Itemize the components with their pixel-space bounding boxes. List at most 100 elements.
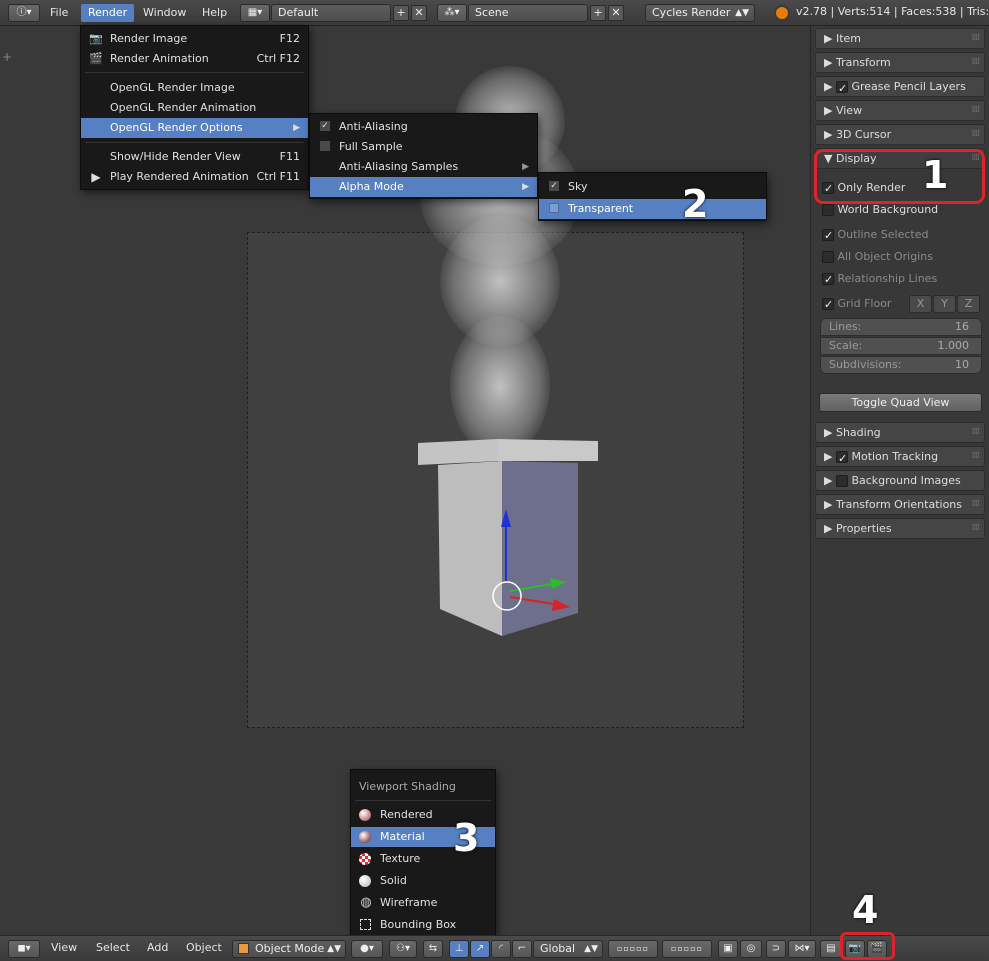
translate-manipulator-button[interactable]: ⊥ [449,940,469,958]
shading-item-bounding-box[interactable]: Bounding Box [351,915,495,935]
grid-axis-y-button[interactable]: Y [933,295,956,313]
menu-item-opengl-render-options[interactable]: OpenGL Render Options ▶ [81,118,308,138]
grip-icon[interactable]: ⁞⁞⁞⁞ [972,101,981,120]
menu-item-sky[interactable]: ✓ Sky [539,177,766,197]
grid-floor-option[interactable]: Grid Floor [822,295,891,314]
shading-item-solid[interactable]: Solid [351,871,495,891]
grip-icon[interactable]: ⁞⁞⁞⁞ [972,53,981,72]
grip-icon[interactable]: ⁞⁞⁞⁞ [972,447,981,466]
pivot-point-button[interactable]: ⚇▾ [389,940,417,958]
menu-item-alpha-mode[interactable]: Alpha Mode ▶ [310,177,537,197]
outline-selected-option[interactable]: Outline Selected [822,226,928,245]
snap-element-button[interactable]: ⋈▾ [788,940,816,958]
grip-icon[interactable]: ⁞⁞⁞⁞ [972,423,981,442]
menu-render[interactable]: Render [81,4,135,22]
outline-selected-checkbox[interactable] [822,227,834,245]
grid-axis-x-button[interactable]: X [909,295,932,313]
grip-icon[interactable]: ⁞⁞⁞⁞ [972,29,981,48]
grease-pencil-checkbox[interactable] [835,79,848,98]
layer-lock-button[interactable]: ▣ [718,940,738,958]
grid-subdivisions-field[interactable]: Subdivisions: 10 [820,356,982,374]
grip-icon[interactable]: ⁞⁞⁞⁞ [972,125,981,144]
menu-item-anti-aliasing-samples[interactable]: Anti-Aliasing Samples ▶ [310,157,537,177]
menu-select[interactable]: Select [96,941,130,954]
relationship-lines-checkbox[interactable] [822,271,834,289]
layout-grid-icon: ▦▾ [247,7,263,18]
grid-scale-field[interactable]: Scale: 1.000 [820,337,982,355]
transparent-checkbox[interactable] [549,203,559,213]
anti-aliasing-checkbox[interactable]: ✓ [320,121,330,131]
panel-transform[interactable]: ▶ Transform ⁞⁞⁞⁞ [815,52,985,73]
menu-window[interactable]: Window [136,4,193,22]
all-object-origins-checkbox[interactable] [822,251,834,263]
background-images-checkbox[interactable] [835,475,848,487]
scene-stats: v2.78 | Verts:514 | Faces:538 | Tris:1 [796,5,989,18]
menu-view[interactable]: View [51,941,77,954]
menu-item-show-hide-render-view[interactable]: Show/Hide Render View F11 [81,147,308,167]
grip-icon[interactable]: ⁞⁞⁞⁞ [972,519,981,538]
menu-object[interactable]: Object [186,941,222,954]
scene-selector[interactable]: ⁂▾ [437,4,467,22]
menu-help[interactable]: Help [195,4,234,22]
editor-type-3d-view-button[interactable]: ◼▾ [8,940,40,958]
screen-layout-selector[interactable]: ▦▾ [240,4,270,22]
opengl-render-options-button[interactable]: ▤ [820,940,842,958]
grid-floor-checkbox[interactable] [822,296,834,314]
menu-item-label: Play Rendered Animation [110,170,249,183]
menu-add[interactable]: Add [147,941,168,954]
panel-shading[interactable]: ▶ Shading ⁞⁞⁞⁞ [815,422,985,443]
panel-3d-cursor[interactable]: ▶ 3D Cursor ⁞⁞⁞⁞ [815,124,985,145]
add-scene-icon[interactable]: + [590,5,606,21]
manipulator-toggle-button[interactable]: ⇆ [423,940,443,958]
delete-scene-icon[interactable]: ✕ [608,5,624,21]
menu-item-label: Render Animation [110,52,209,65]
move-arrow-button[interactable]: ↗ [470,940,490,958]
viewport-shading-button[interactable]: ●▾ [351,940,383,958]
render-engine-select[interactable]: Cycles Render ▲▼ [645,4,755,22]
menu-file[interactable]: File [43,4,75,22]
panel-motion-tracking[interactable]: ▶ Motion Tracking ⁞⁞⁞⁞ [815,446,985,468]
delete-layout-icon[interactable]: ✕ [411,5,427,21]
panel-properties[interactable]: ▶ Properties ⁞⁞⁞⁞ [815,518,985,539]
menu-item-opengl-render-animation[interactable]: OpenGL Render Animation [81,98,308,118]
full-sample-checkbox[interactable] [320,141,330,151]
info-icon: ⓘ▾ [16,7,32,18]
snap-toggle-button[interactable]: ⊃ [766,940,786,958]
transform-orientation-select[interactable]: Global ▲▼ [533,940,603,958]
mode-select[interactable]: Object Mode ▲▼ [232,940,346,958]
menu-item-render-image[interactable]: 📷 Render Image F12 [81,29,308,49]
all-object-origins-option[interactable]: All Object Origins [822,248,933,266]
panel-view[interactable]: ▶ View ⁞⁞⁞⁞ [815,100,985,121]
menu-item-opengl-render-image[interactable]: OpenGL Render Image [81,78,308,98]
panel-item[interactable]: ▶ Item ⁞⁞⁞⁞ [815,28,985,49]
scale-manipulator-button[interactable]: ⌐ [512,940,532,958]
add-layout-icon[interactable]: + [393,5,409,21]
panel-transform-orientations[interactable]: ▶ Transform Orientations ⁞⁞⁞⁞ [815,494,985,515]
scene-field[interactable]: Scene [468,4,588,22]
toolshelf-toggle-icon[interactable]: + [2,50,12,64]
panel-grease-pencil[interactable]: ▶ Grease Pencil Layers [815,76,985,98]
sky-checkbox[interactable]: ✓ [549,181,559,191]
menu-item-transparent[interactable]: Transparent [539,199,766,219]
menu-item-render-animation[interactable]: 🎬 Render Animation Ctrl F12 [81,49,308,69]
relationship-lines-option[interactable]: Relationship Lines [822,270,937,289]
chimney-object[interactable] [410,431,610,646]
shading-item-wireframe[interactable]: ◍ Wireframe [351,893,495,913]
grid-axis-z-button[interactable]: Z [957,295,980,313]
menu-item-play-rendered-animation[interactable]: ▶ Play Rendered Animation Ctrl F11 [81,167,308,187]
layer-buttons-1[interactable]: ▫▫▫▫▫ [608,940,658,958]
rotate-manipulator-button[interactable]: ◜ [491,940,511,958]
layer-buttons-2[interactable]: ▫▫▫▫▫ [662,940,712,958]
grip-icon[interactable]: ⁞⁞⁞⁞ [972,495,981,514]
grid-lines-field[interactable]: Lines: 16 [820,318,982,336]
menu-item-full-sample[interactable]: Full Sample [310,137,537,157]
world-background-checkbox[interactable] [822,204,834,216]
toggle-quad-view-button[interactable]: Toggle Quad View [819,393,982,412]
motion-tracking-checkbox[interactable] [835,449,848,468]
panel-background-images[interactable]: ▶ Background Images [815,470,985,491]
menu-item-anti-aliasing[interactable]: ✓ Anti-Aliasing [310,117,537,137]
proportional-edit-button[interactable]: ◎ [740,940,762,958]
rotate-arc-icon: ◜ [499,943,503,954]
screen-layout-field[interactable]: Default [271,4,391,22]
editor-type-info-button[interactable]: ⓘ▾ [8,4,40,22]
